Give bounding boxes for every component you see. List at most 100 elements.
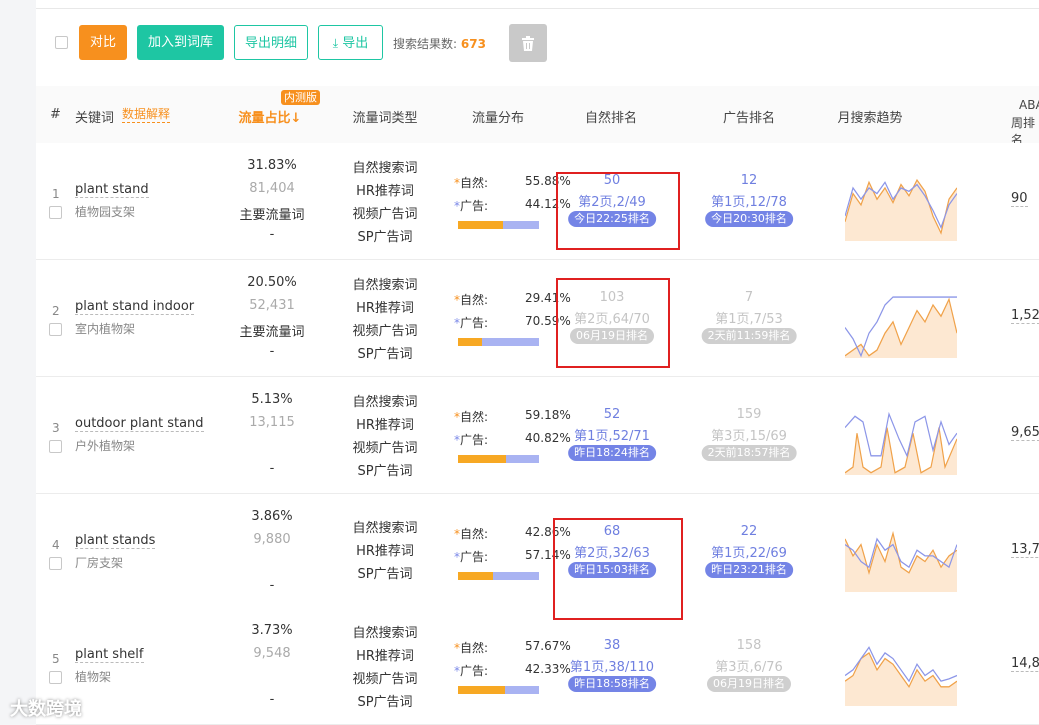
aba-weekly-rank: 9,65 [1011,425,1039,441]
data-explain-link[interactable]: 数据解释 [122,105,171,123]
table-row: 4 plant stands 厂房支架 3.86% 9,880 - 自然搜索词 H… [36,494,1039,611]
flow-type-label: 自然搜索词 [352,161,418,176]
delete-button[interactable] [509,24,547,62]
row-checkbox[interactable] [49,671,62,684]
result-count: 673 [460,37,486,51]
table-row: 2 plant stand indoor 室内植物架 20.50% 52,431… [36,260,1039,377]
search-volume: 9,548 [253,646,291,661]
keyword-link[interactable]: plant shelf [75,647,144,663]
empty-value: - [269,578,275,593]
monthly-trend-sparkline[interactable] [845,522,957,592]
ad-rank-time: 2天前11:59排名 [701,328,797,344]
flow-type-label: 视频广告词 [352,324,418,339]
col-natural-rank: 自然排名 [584,111,638,126]
ad-rank-time: 今日20:30排名 [705,211,793,227]
col-ad-rank: 广告排名 [722,111,776,126]
monthly-trend-sparkline[interactable] [845,288,957,358]
natural-rank-page: 第1页,38/110 [569,660,655,675]
ad-rank-time: 昨日23:21排名 [705,562,793,578]
table-header: # 关键词 数据解释 内测版 流量占比↓ 流量词类型 流量分布 自然排名 广告排… [36,86,1039,147]
ad-share: *广告: 42.33% [454,662,571,678]
flow-type-label: SP广告词 [357,464,413,479]
col-flow-share[interactable]: 流量占比↓ [239,107,302,126]
natural-share-fill [458,572,493,580]
row-checkbox[interactable] [49,557,62,570]
natural-share: *自然: 55.88% [454,174,571,190]
flow-type-label: HR推荐词 [356,649,414,664]
search-volume: 52,431 [249,298,295,313]
col-flow-dist: 流量分布 [471,111,525,126]
flow-type-label: 视频广告词 [352,207,418,222]
search-volume: 81,404 [249,181,295,196]
natural-share-fill [458,686,505,694]
flow-distribution-bar [458,455,539,463]
table-row: 1 plant stand 植物园支架 31.83% 81,404 主要流量词 … [36,143,1039,260]
ad-rank-value[interactable]: 22 [741,524,758,539]
ad-rank-page: 第1页,22/69 [711,546,787,561]
natural-rank-value[interactable]: 52 [604,407,621,422]
natural-share-fill [458,221,503,229]
row-index: 4 [52,538,60,552]
ad-rank-time: 2天前18:57排名 [701,445,797,461]
ad-share: *广告: 44.12% [454,197,571,213]
col-monthly-trend: 月搜索趋势 [837,111,903,126]
trash-icon [522,36,534,51]
natural-rank-value[interactable]: 38 [604,638,621,653]
keyword-link[interactable]: plant stand [75,182,149,198]
ad-rank-value[interactable]: 7 [745,290,753,305]
ad-rank-page: 第1页,12/78 [711,195,787,210]
row-checkbox[interactable] [49,440,62,453]
natural-share-fill [458,338,482,346]
natural-share: *自然: 57.67% [454,639,571,655]
flow-type-label: 自然搜索词 [352,395,418,410]
flow-share: 3.86% [251,509,293,524]
col-index: # [50,107,61,122]
keyword-translation: 植物架 [75,670,112,684]
flow-type-label: 自然搜索词 [352,278,418,293]
keyword-link[interactable]: outdoor plant stand [75,416,204,432]
empty-value: - [269,692,275,707]
flow-type-label: HR推荐词 [356,184,414,199]
keyword-link[interactable]: plant stands [75,533,156,549]
table-row: 5 plant shelf 植物架 3.73% 9,548 - 自然搜索词 HR推… [36,608,1039,725]
keyword-translation: 户外植物架 [75,439,136,453]
row-index: 3 [52,421,60,435]
aba-weekly-rank: 90 [1011,191,1028,207]
flow-tag: 主要流量词 [239,325,305,340]
add-to-library-button[interactable]: 加入到词库 [137,25,224,60]
monthly-trend-sparkline[interactable] [845,171,957,241]
keyword-link[interactable]: plant stand indoor [75,299,195,315]
row-index: 2 [52,304,60,318]
flow-share: 3.73% [251,623,293,638]
keyword-translation: 室内植物架 [75,322,136,336]
ad-rank-value[interactable]: 158 [737,638,762,653]
search-volume: 13,115 [249,415,295,430]
result-count-text: 搜索结果数: 673 [393,37,486,51]
flow-type-label: SP广告词 [357,347,413,362]
natural-share: *自然: 59.18% [454,408,571,424]
natural-share: *自然: 42.86% [454,525,571,541]
export-button[interactable]: ⤓ 导出 [318,25,383,60]
monthly-trend-sparkline[interactable] [845,636,957,706]
compare-button[interactable]: 对比 [79,25,127,60]
row-checkbox[interactable] [49,206,62,219]
export-detail-button[interactable]: 导出明细 [234,25,308,60]
ad-rank-value[interactable]: 159 [737,407,762,422]
watermark-logo: 大数跨境 [10,699,82,720]
divider [36,8,1039,9]
aba-weekly-rank: 1,52 [1011,308,1039,324]
flow-tag: 主要流量词 [239,208,305,223]
monthly-trend-sparkline[interactable] [845,405,957,475]
row-checkbox[interactable] [49,323,62,336]
ad-rank-value[interactable]: 12 [741,173,758,188]
download-icon: ⤓ [332,36,339,50]
flow-distribution-bar [458,572,539,580]
ad-rank-time: 06月19日排名 [707,676,791,692]
flow-type-label: HR推荐词 [356,544,414,559]
flow-type-label: SP广告词 [357,567,413,582]
row-index: 1 [52,187,60,201]
empty-value: - [269,227,275,242]
flow-share: 31.83% [247,158,297,173]
flow-type-label: 视频广告词 [352,441,418,456]
select-all-checkbox[interactable] [55,36,68,49]
